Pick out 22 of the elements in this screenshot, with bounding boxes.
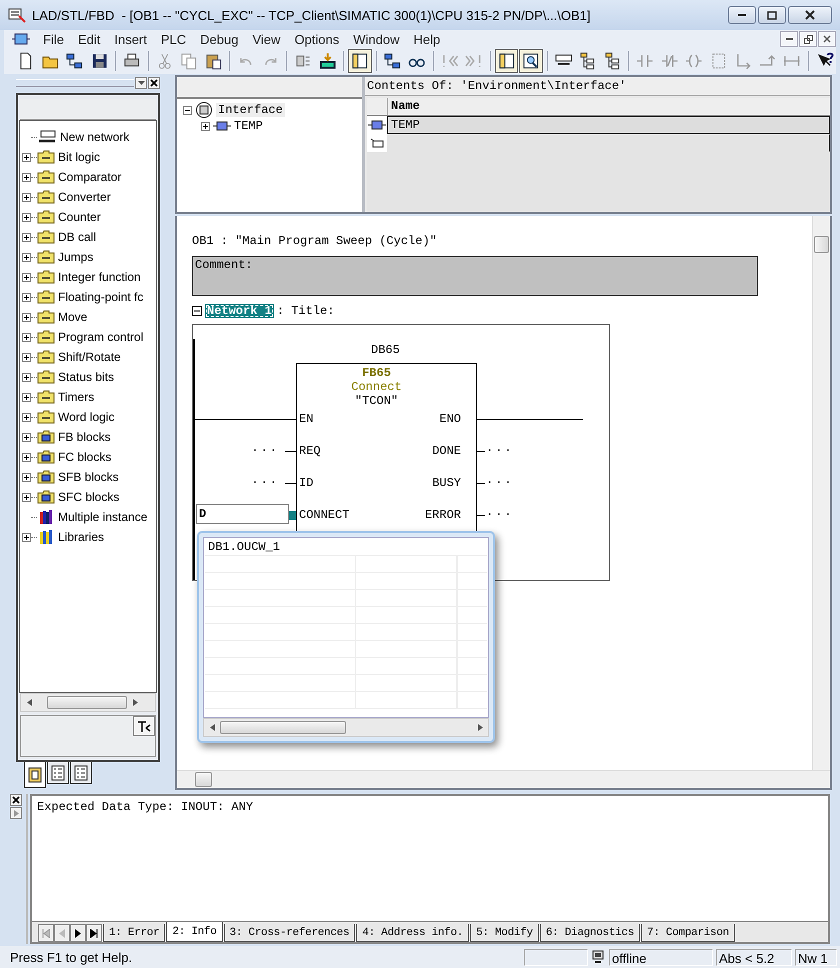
window-title: LAD/STL/FBD - [OB1 -- "CYCL_EXC" -- TCP_Client\SIMATIC 300(1)\CPU 315-2 PN/DP\...\OB1] [32, 8, 591, 22]
block-title: OB1 : ″Main Program Sweep (Cycle)″ [192, 234, 438, 248]
block-symbol: ″TCON″ [354, 394, 400, 408]
output-pin: BUSY [432, 475, 461, 491]
instance-label: DB65 [371, 343, 400, 357]
contents-title: Contents Of: 'Environment\Interface' [365, 77, 830, 96]
column-header: Name [388, 98, 830, 115]
input-pin: REQ [299, 443, 321, 459]
block-name: Connect [350, 380, 403, 394]
block-number: FB65 [361, 366, 392, 380]
status-abs: Abs < 5.2 [716, 948, 792, 966]
output-pin: DONE [432, 443, 461, 459]
network-title: : Title: [276, 304, 334, 318]
output-pin: ENO [439, 411, 461, 427]
status-network: Nw 1 [795, 948, 837, 966]
output-pin: ERROR [424, 507, 461, 523]
status-mode: offline [609, 948, 713, 966]
input-pin: CONNECT [299, 507, 350, 523]
input-pin: ID [299, 475, 314, 491]
status-text: Press F1 to get Help. [10, 950, 134, 964]
input-pin: EN [299, 411, 314, 427]
output-message: Expected Data Type: INOUT: ANY [36, 799, 254, 816]
